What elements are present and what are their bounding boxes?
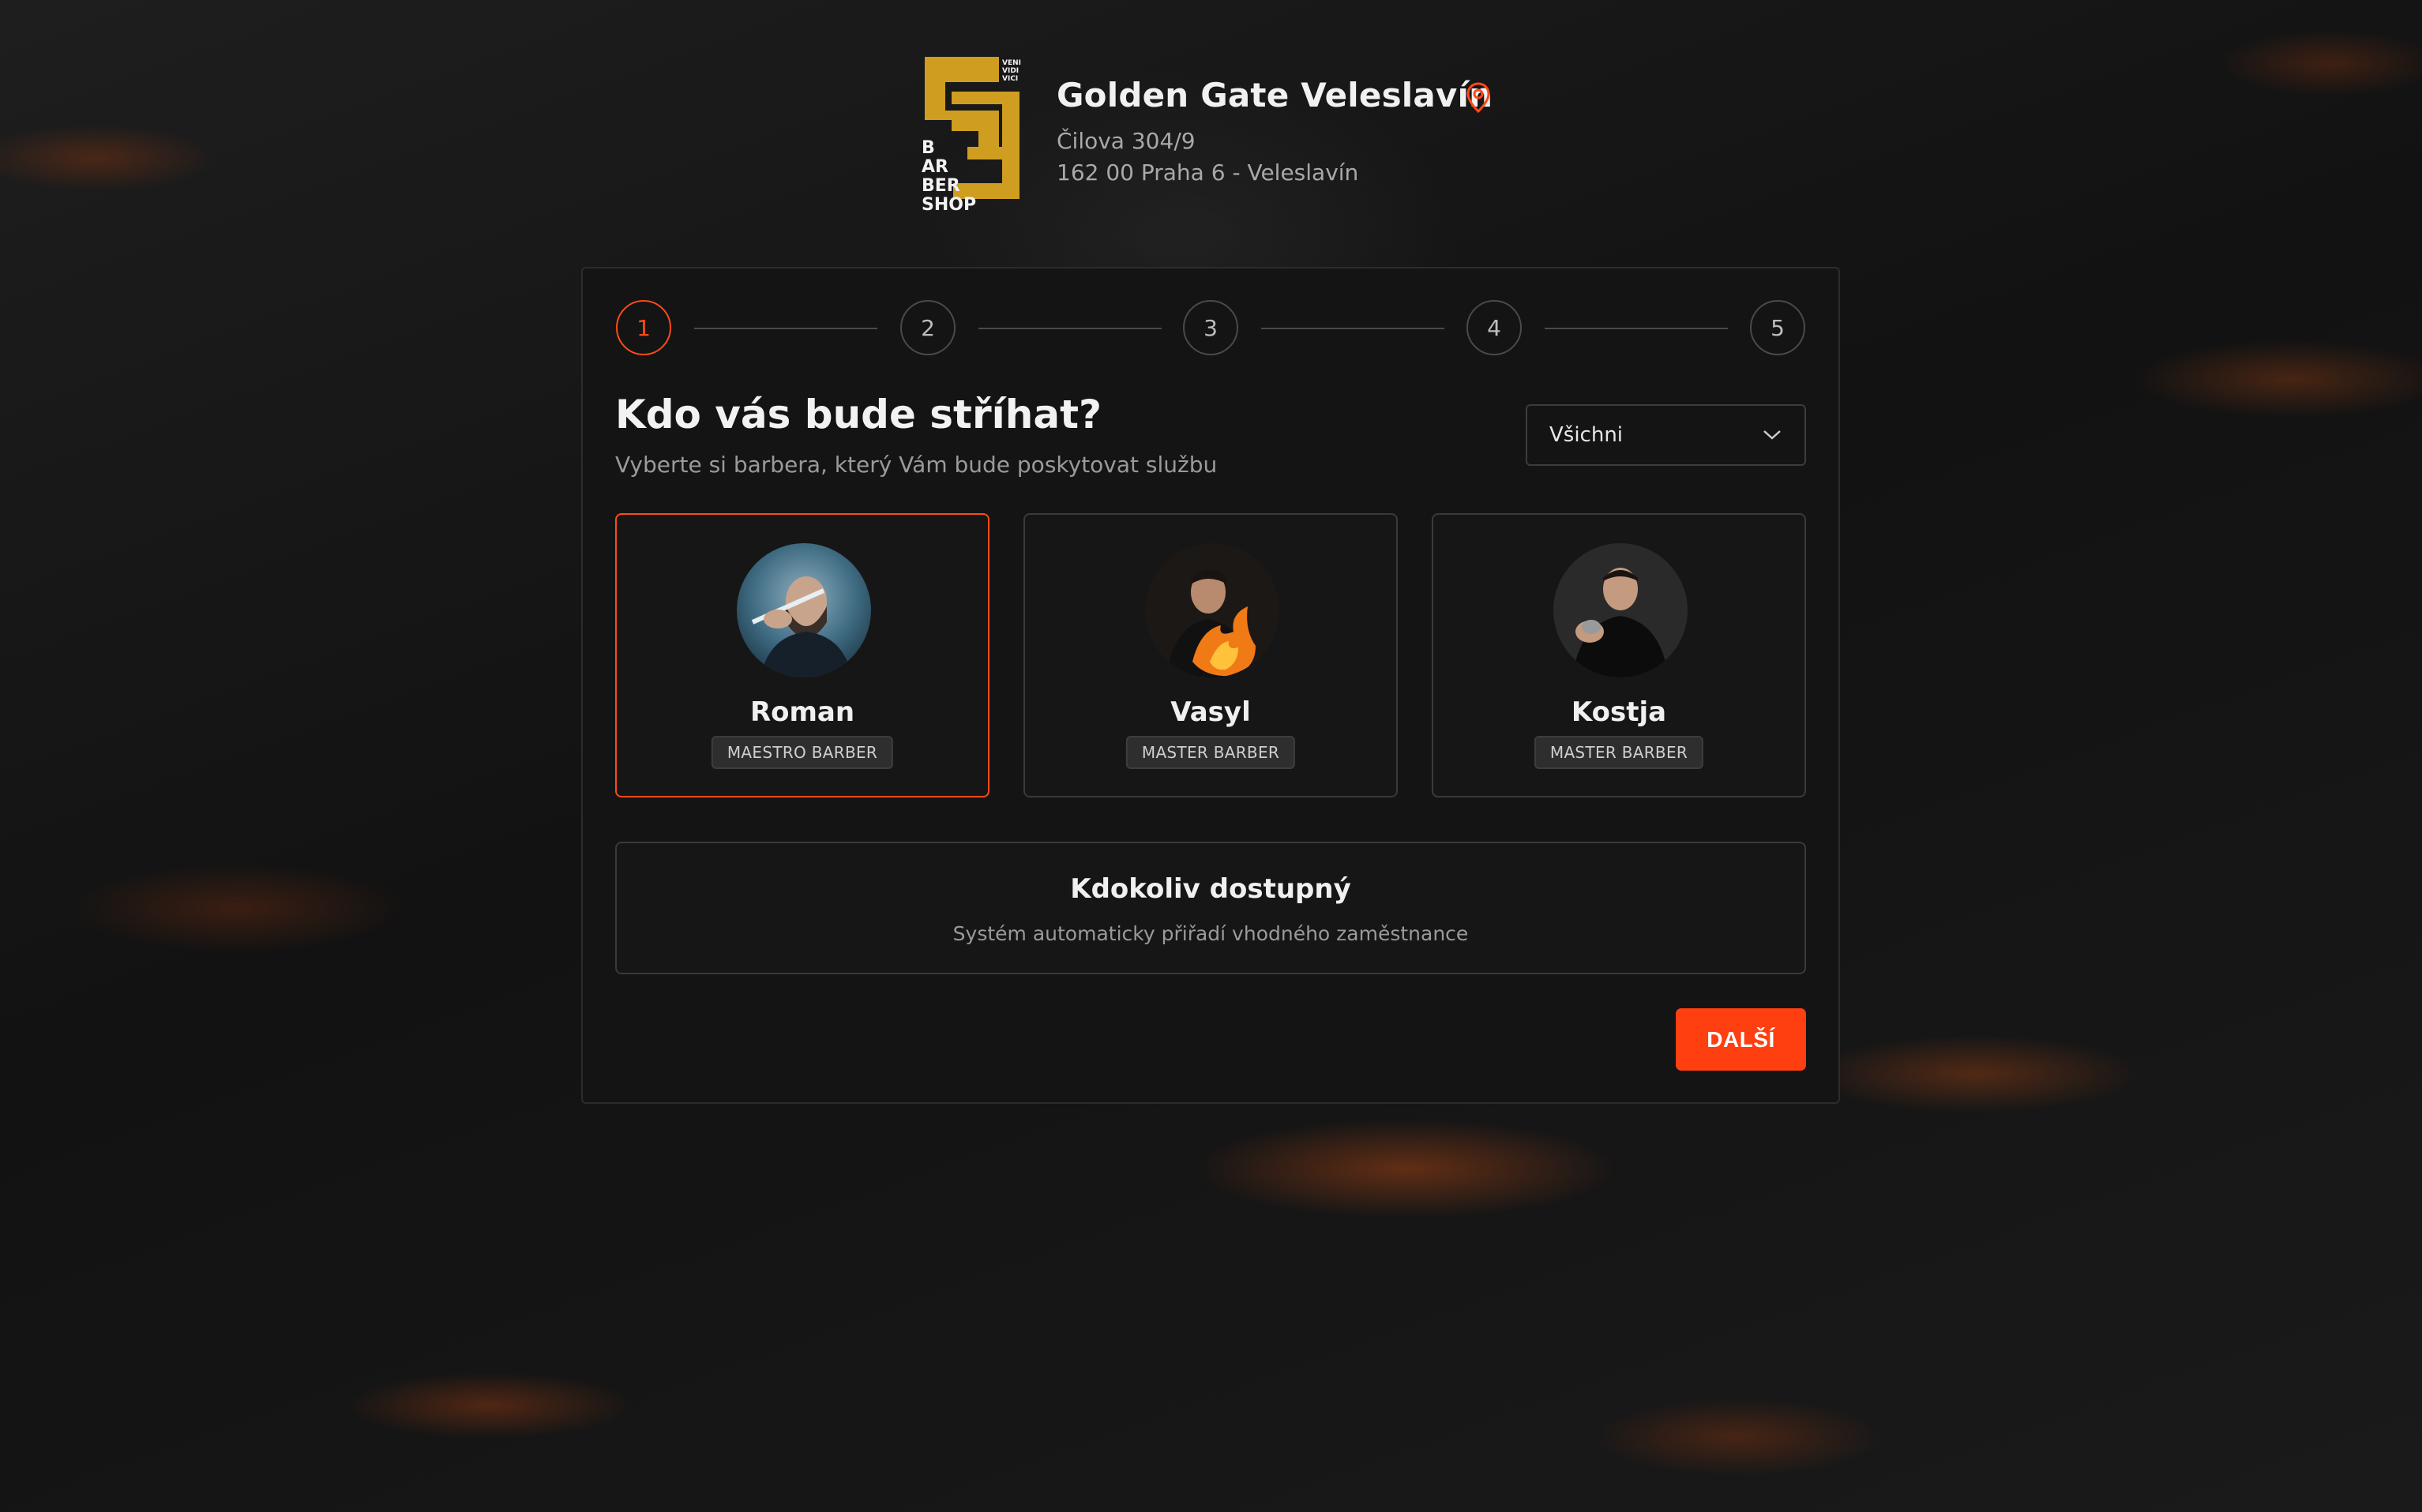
barber-role-badge: MASTER BARBER (1534, 736, 1704, 769)
next-button[interactable]: DALŠÍ (1676, 1008, 1806, 1071)
map-pin-icon[interactable] (1466, 82, 1491, 114)
barber-filter-select[interactable]: Všichni (1526, 404, 1806, 466)
any-available-option[interactable]: Kdokoliv dostupný Systém automaticky při… (615, 842, 1806, 974)
barber-name: Kostja (1571, 696, 1667, 728)
page-title: Kdo vás bude stříhat? (615, 392, 1102, 437)
step-connector (1261, 328, 1444, 329)
barber-role-badge: MASTER BARBER (1125, 736, 1296, 769)
address-line-2: 162 00 Praha 6 - Veleslavín (1057, 159, 1359, 186)
barber-card-vasyl[interactable]: Vasyl MASTER BARBER (1023, 513, 1398, 797)
barbershop-logo: VENI VIDI VICI B AR BER SHOP (920, 54, 1024, 212)
step-1[interactable]: 1 (616, 300, 671, 355)
barber-card-roman[interactable]: Roman MAESTRO BARBER (615, 513, 989, 797)
svg-text:AR: AR (922, 157, 948, 177)
svg-text:VENI: VENI (1002, 59, 1021, 67)
svg-text:B: B (922, 138, 935, 158)
svg-text:BER: BER (922, 176, 960, 196)
page-subtitle: Vyberte si barbera, který Vám bude posky… (615, 452, 1218, 478)
address-line-1: Čilova 304/9 (1057, 128, 1196, 154)
any-available-title: Kdokoliv dostupný (1070, 873, 1351, 905)
step-3[interactable]: 3 (1183, 300, 1238, 355)
step-connector (978, 328, 1162, 329)
barber-role-badge: MAESTRO BARBER (711, 736, 894, 769)
step-4[interactable]: 4 (1466, 300, 1522, 355)
step-connector (694, 328, 877, 329)
barber-card-kostja[interactable]: Kostja MASTER BARBER (1432, 513, 1806, 797)
filter-selected-value: Všichni (1549, 423, 1624, 447)
barber-name: Roman (749, 696, 855, 728)
avatar (1553, 543, 1688, 677)
avatar (737, 543, 871, 677)
step-connector (1545, 328, 1728, 329)
chevron-down-icon (1763, 430, 1781, 440)
step-2[interactable]: 2 (900, 300, 956, 355)
barber-name: Vasyl (1170, 696, 1251, 728)
avatar (1145, 543, 1279, 677)
any-available-subtitle: Systém automaticky přiřadí vhodného zamě… (952, 922, 1469, 945)
svg-text:VICI: VICI (1002, 75, 1018, 83)
location-name: Golden Gate Veleslavín (1057, 76, 1493, 114)
step-5[interactable]: 5 (1750, 300, 1805, 355)
svg-text:VIDI: VIDI (1002, 67, 1019, 75)
svg-text:SHOP: SHOP (922, 195, 976, 212)
